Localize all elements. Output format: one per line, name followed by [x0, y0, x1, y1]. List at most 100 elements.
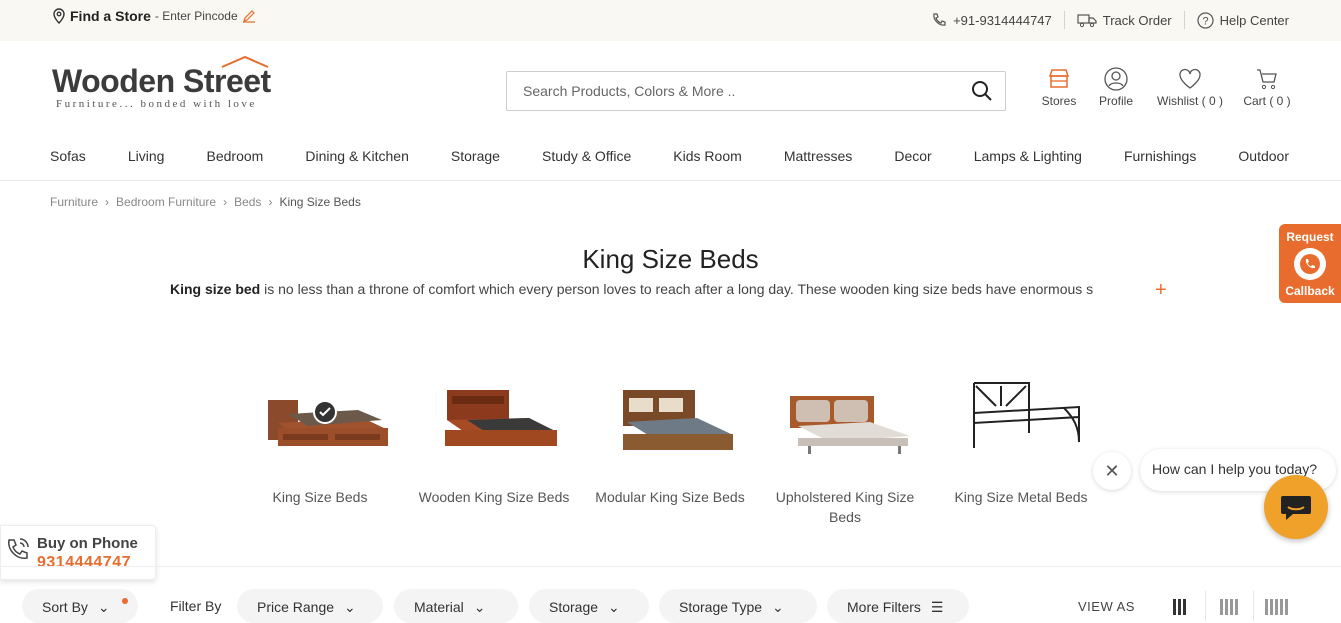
sort-by-dropdown[interactable]: Sort By ⌄: [22, 589, 138, 623]
cart-icon: [1257, 69, 1277, 90]
callback-bottom-label: Callback: [1285, 284, 1335, 298]
track-order-label: Track Order: [1102, 12, 1172, 28]
nav-item-decor[interactable]: Decor: [894, 148, 931, 164]
nav-item-dining-kitchen[interactable]: Dining & Kitchen: [305, 148, 409, 164]
cart-button[interactable]: Cart ( 0 ): [1242, 67, 1292, 108]
search-icon[interactable]: [971, 80, 993, 102]
chat-icon: [1281, 496, 1311, 520]
breadcrumb-bedroom-furniture[interactable]: Bedroom Furniture: [116, 195, 216, 209]
chevron-down-icon: ⌄: [772, 599, 784, 615]
chevron-down-icon: ⌄: [608, 599, 620, 615]
more-filters-button[interactable]: More Filters ☰: [827, 589, 969, 623]
chevron-down-icon: ⌄: [344, 599, 356, 615]
category-label: King Size Metal Beds: [954, 489, 1088, 505]
header: Wooden Street Furniture... bonded with l…: [0, 41, 1341, 131]
close-icon: ✕: [1104, 460, 1120, 481]
breadcrumb-current: King Size Beds: [279, 195, 361, 209]
wishlist-button[interactable]: Wishlist ( 0 ): [1156, 67, 1224, 108]
material-dropdown[interactable]: Material ⌄: [394, 589, 518, 623]
storage-dropdown[interactable]: Storage ⌄: [529, 589, 649, 623]
description-text: is no less than a throne of comfort whic…: [260, 281, 1094, 297]
page-description: King size bed is no less than a throne o…: [170, 281, 1146, 297]
breadcrumb: Furniture › Bedroom Furniture › Beds › King…: [50, 195, 361, 209]
heart-icon: [1179, 68, 1201, 89]
logo-roof-icon: [221, 55, 269, 68]
nav-item-lamps-lighting[interactable]: Lamps & Lighting: [974, 148, 1082, 164]
filter-by-label: Filter By: [170, 598, 222, 614]
category-label: Upholstered King Size Beds: [775, 489, 915, 525]
page-title: King Size Beds: [582, 244, 759, 274]
category-king-size-beds[interactable]: King Size Beds: [240, 378, 400, 507]
stores-button[interactable]: Stores: [1036, 67, 1082, 108]
bed-image: [603, 378, 738, 463]
category-wooden-king-size-beds[interactable]: Wooden King Size Beds: [414, 378, 574, 507]
price-range-label: Price Range: [257, 599, 335, 615]
nav-item-study-office[interactable]: Study & Office: [542, 148, 631, 164]
phone-icon: [933, 13, 946, 26]
brand-tagline: Furniture... bonded with love: [56, 98, 257, 110]
pincode-label: - Enter Pincode: [154, 9, 238, 23]
cart-label: Cart ( 0 ): [1243, 94, 1291, 108]
nav-item-kids-room[interactable]: Kids Room: [673, 148, 741, 164]
storage-type-label: Storage Type: [679, 599, 763, 615]
nav-item-living[interactable]: Living: [128, 148, 165, 164]
edit-pencil-icon[interactable]: [242, 9, 256, 23]
nav-item-sofas[interactable]: Sofas: [50, 148, 86, 164]
view-as-label: VIEW AS: [1078, 599, 1135, 614]
help-center-label: Help Center: [1219, 12, 1289, 28]
chat-launcher-button[interactable]: [1264, 475, 1328, 539]
chat-close-button[interactable]: ✕: [1093, 452, 1131, 490]
sort-indicator-dot: [122, 598, 128, 604]
brand-logo[interactable]: Wooden Street Furniture... bonded with l…: [52, 55, 271, 110]
breadcrumb-furniture[interactable]: Furniture: [50, 195, 98, 209]
stores-label: Stores: [1041, 94, 1077, 108]
nav-item-storage[interactable]: Storage: [451, 148, 500, 164]
expand-description-button[interactable]: +: [1155, 279, 1167, 302]
wishlist-label: Wishlist ( 0 ): [1157, 94, 1223, 108]
breadcrumb-beds[interactable]: Beds: [234, 195, 261, 209]
callback-top-label: Request: [1286, 230, 1334, 244]
phone-number: +91-9314444747: [953, 12, 1052, 28]
breadcrumb-separator: ›: [105, 195, 110, 209]
breadcrumb-separator: ›: [223, 195, 228, 209]
phone-link[interactable]: +91-9314444747: [931, 12, 1052, 28]
request-callback-button[interactable]: Request Callback: [1279, 224, 1341, 303]
nav-item-furnishings[interactable]: Furnishings: [1124, 148, 1196, 164]
track-order-link[interactable]: Track Order: [1077, 12, 1172, 28]
selected-check-icon: [312, 400, 337, 424]
buy-on-phone-label: Buy on Phone: [37, 535, 138, 552]
main-nav: Sofas Living Bedroom Dining & Kitchen St…: [0, 131, 1341, 181]
category-upholstered-king-size-beds[interactable]: Upholstered King Size Beds: [765, 378, 925, 527]
description-keyword: King size bed: [170, 281, 261, 297]
profile-button[interactable]: Profile: [1096, 67, 1136, 108]
filter-bar: Sort By ⌄ Filter By Price Range ⌄ Material…: [0, 566, 1341, 623]
category-modular-king-size-beds[interactable]: Modular King Size Beds: [590, 378, 750, 507]
category-label: King Size Beds: [272, 489, 368, 505]
search-input[interactable]: [507, 72, 947, 110]
material-label: Material: [414, 599, 464, 615]
bed-image: [778, 378, 913, 463]
profile-label: Profile: [1098, 94, 1133, 108]
find-store-link[interactable]: Find a Store - Enter Pincode: [52, 8, 256, 24]
help-circle-icon: ?: [1197, 11, 1214, 29]
truck-icon: [1077, 14, 1097, 28]
chevron-down-icon: ⌄: [473, 599, 486, 615]
divider: [1183, 11, 1185, 29]
category-king-size-metal-beds[interactable]: King Size Metal Beds: [941, 378, 1101, 507]
nav-item-mattresses[interactable]: Mattresses: [784, 148, 852, 164]
category-label: Wooden King Size Beds: [418, 489, 570, 505]
user-icon: [1104, 67, 1128, 91]
top-bar: Find a Store - Enter Pincode +91-9314444…: [0, 0, 1341, 41]
sort-by-label: Sort By: [42, 599, 88, 615]
bed-image: [253, 378, 388, 463]
help-center-link[interactable]: ? Help Center: [1197, 11, 1289, 29]
phone-ring-icon: [8, 538, 29, 559]
find-store-label: Find a Store: [70, 8, 151, 24]
nav-item-outdoor[interactable]: Outdoor: [1238, 148, 1289, 164]
price-range-dropdown[interactable]: Price Range ⌄: [237, 589, 383, 623]
nav-item-bedroom[interactable]: Bedroom: [207, 148, 264, 164]
divider: [1063, 11, 1065, 29]
store-icon: [1048, 69, 1070, 88]
storage-type-dropdown[interactable]: Storage Type ⌄: [659, 589, 817, 623]
bed-image: [427, 378, 562, 463]
